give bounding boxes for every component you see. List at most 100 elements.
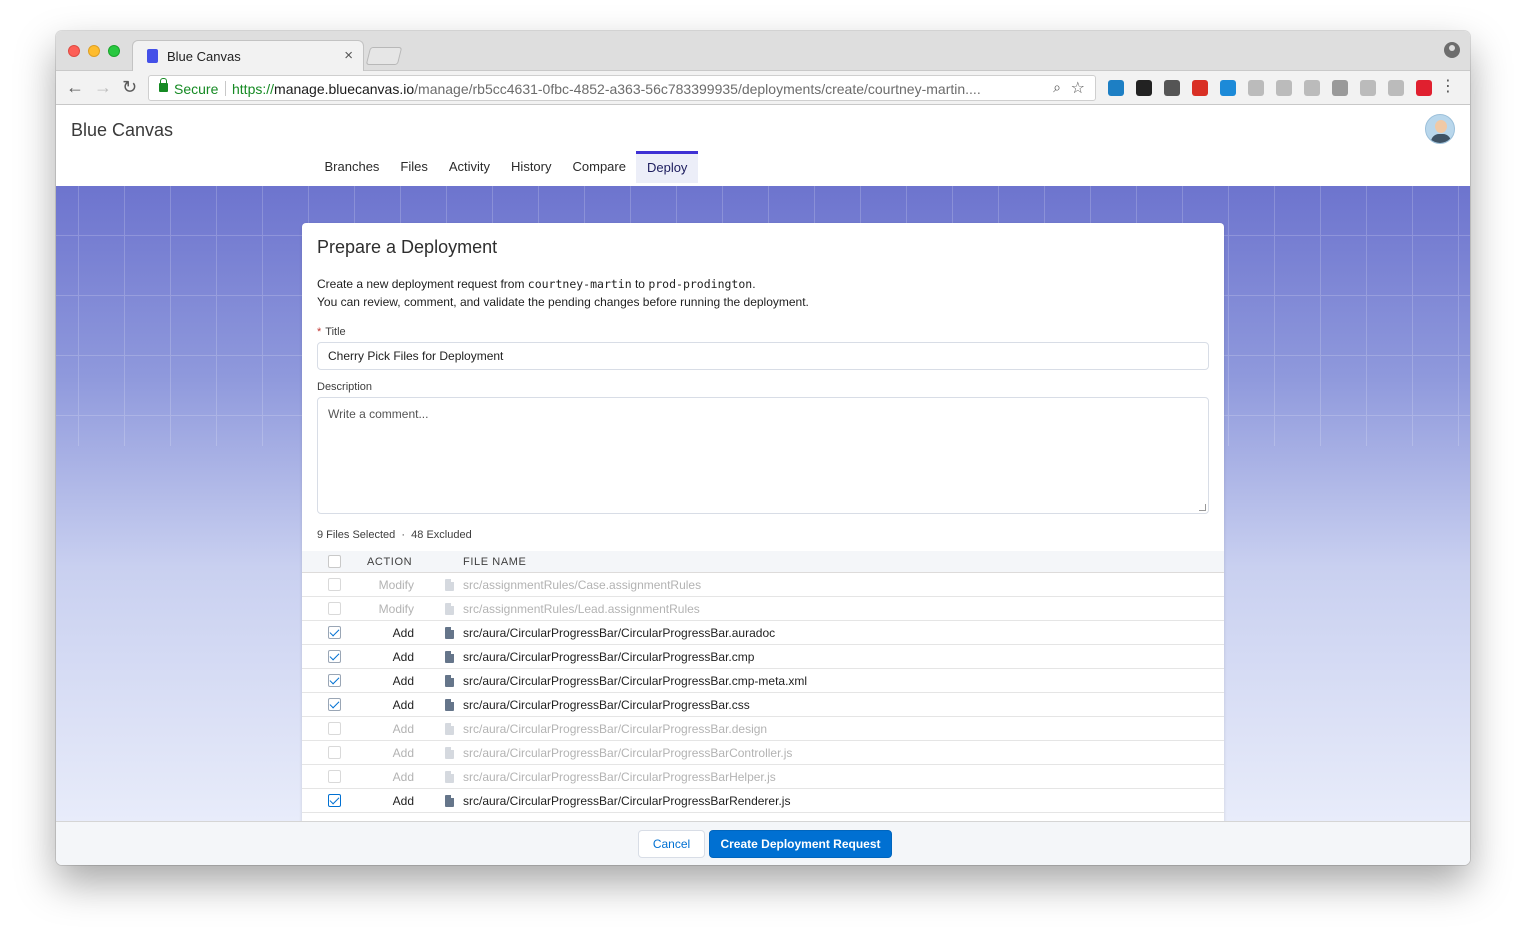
grammarly-icon[interactable]	[1276, 80, 1292, 96]
opera-icon[interactable]	[1416, 80, 1432, 96]
row-action: Add	[392, 746, 414, 760]
filename-column-header: FILE NAME	[463, 556, 527, 568]
back-arrow-icon[interactable]: ←	[66, 77, 84, 97]
url-divider	[225, 81, 226, 96]
row-filename: src/aura/CircularProgressBar/CircularPro…	[463, 698, 750, 712]
reload-icon[interactable]: ↻	[122, 77, 137, 97]
file-icon	[445, 579, 454, 591]
row-filename: src/aura/CircularProgressBar/CircularPro…	[463, 746, 793, 760]
table-row[interactable]: Add src/aura/CircularProgressBar/Circular…	[302, 645, 1224, 669]
browser-toolbar: ← → ↻ Secure https://manage.bluecanvas.i…	[56, 71, 1470, 105]
create-deployment-request-button[interactable]: Create Deployment Request	[709, 830, 892, 858]
row-action: Add	[392, 698, 414, 712]
zoom-window-button[interactable]	[108, 45, 120, 57]
file-icon	[445, 627, 454, 639]
row-checkbox[interactable]	[328, 578, 341, 591]
row-action: Add	[392, 674, 414, 688]
row-action: Add	[392, 794, 414, 808]
browser-tab[interactable]: Blue Canvas ×	[132, 40, 364, 72]
secure-label: Secure	[174, 81, 219, 97]
row-checkbox[interactable]	[328, 626, 341, 639]
close-window-button[interactable]	[68, 45, 80, 57]
row-filename: src/aura/CircularProgressBar/CircularPro…	[463, 722, 768, 736]
tab-strip: Blue Canvas ×	[56, 31, 1470, 72]
minimize-window-button[interactable]	[88, 45, 100, 57]
compass-icon[interactable]	[1220, 80, 1236, 96]
row-checkbox[interactable]	[328, 746, 341, 759]
form-footer: Cancel Create Deployment Request	[56, 821, 1470, 865]
lock-icon	[159, 78, 168, 92]
file-icon	[445, 795, 454, 807]
forward-arrow-icon[interactable]: →	[94, 77, 112, 97]
mail-icon[interactable]	[1248, 80, 1264, 96]
tab-deploy[interactable]: Deploy	[636, 151, 698, 183]
tab-history[interactable]: History	[501, 151, 562, 183]
select-all-checkbox[interactable]	[328, 555, 341, 568]
calendar-icon[interactable]	[1192, 80, 1208, 96]
description-textarea[interactable]: Write a comment...	[317, 397, 1209, 514]
row-checkbox[interactable]	[328, 674, 341, 687]
selection-summary: 9 Files Selected · 48 Excluded	[317, 529, 472, 541]
row-filename: src/aura/CircularProgressBar/CircularPro…	[463, 626, 776, 640]
file-icon	[445, 723, 454, 735]
app-nav-tabs: Branches Files Activity History Compare Deplo…	[314, 151, 698, 183]
stamp-icon[interactable]	[1360, 80, 1376, 96]
cancel-button[interactable]: Cancel	[638, 830, 705, 858]
tab-title: Blue Canvas	[167, 49, 241, 64]
row-filename: src/aura/CircularProgressBar/CircularPro…	[463, 794, 791, 808]
tab-files[interactable]: Files	[390, 151, 438, 183]
table-row[interactable]: Add src/aura/CircularProgressBar/Circular…	[302, 765, 1224, 789]
tab-close-icon[interactable]: ×	[344, 47, 353, 64]
shield-icon[interactable]	[1388, 80, 1404, 96]
table-row[interactable]: Modify src/assignmentRules/Lead.assignmen…	[302, 597, 1224, 621]
browser-menu-icon[interactable]: ⋮	[1440, 77, 1456, 97]
intro-text: Create a new deployment request from cou…	[317, 277, 809, 309]
bulb-icon[interactable]	[1304, 80, 1320, 96]
user-avatar[interactable]	[1425, 114, 1455, 144]
table-body: Modify src/assignmentRules/Case.assignmen…	[302, 573, 1224, 813]
trello-icon[interactable]	[1108, 80, 1124, 96]
table-row[interactable]: Add src/aura/CircularProgressBar/Circular…	[302, 717, 1224, 741]
new-tab-button[interactable]	[365, 47, 403, 65]
page-title: Prepare a Deployment	[317, 237, 498, 257]
table-row[interactable]: Add src/aura/CircularProgressBar/Circular…	[302, 669, 1224, 693]
instapaper-icon[interactable]	[1136, 80, 1152, 96]
row-action: Modify	[378, 602, 414, 616]
file-icon	[445, 675, 454, 687]
main-content: Prepare a Deployment Create a new deploy…	[56, 186, 1470, 822]
description-label: Description	[317, 381, 373, 393]
table-row[interactable]: Add src/aura/CircularProgressBar/Circular…	[302, 693, 1224, 717]
pocket-icon[interactable]	[1332, 80, 1348, 96]
row-checkbox[interactable]	[328, 698, 341, 711]
app-brand[interactable]: Blue Canvas	[71, 120, 173, 141]
row-checkbox[interactable]	[328, 722, 341, 735]
file-icon	[445, 771, 454, 783]
table-row[interactable]: Add src/aura/CircularProgressBar/Circular…	[302, 789, 1224, 813]
mail-check-icon[interactable]	[1164, 80, 1180, 96]
row-checkbox[interactable]	[328, 650, 341, 663]
file-icon	[445, 651, 454, 663]
row-filename: src/assignmentRules/Lead.assignmentRules	[463, 602, 700, 616]
resize-handle-icon[interactable]	[1199, 504, 1206, 511]
table-row[interactable]: Add src/aura/CircularProgressBar/Circular…	[302, 741, 1224, 765]
row-checkbox[interactable]	[328, 770, 341, 783]
tab-activity[interactable]: Activity	[438, 151, 500, 183]
row-filename: src/aura/CircularProgressBar/CircularPro…	[463, 674, 808, 688]
table-row[interactable]: Modify src/assignmentRules/Case.assignmen…	[302, 573, 1224, 597]
title-input[interactable]: Cherry Pick Files for Deployment	[317, 342, 1209, 370]
row-checkbox[interactable]	[328, 794, 341, 807]
profile-icon[interactable]	[1444, 42, 1460, 58]
table-header: ACTION FILE NAME	[302, 551, 1224, 573]
table-row[interactable]: Add src/aura/CircularProgressBar/Circular…	[302, 621, 1224, 645]
source-branch: courtney-martin	[527, 277, 632, 291]
url-text[interactable]: https://manage.bluecanvas.io/manage/rb5c…	[232, 81, 1038, 97]
zoom-icon[interactable]: ⌕	[1053, 79, 1061, 96]
address-bar[interactable]: Secure https://manage.bluecanvas.io/mana…	[148, 75, 1096, 101]
row-checkbox[interactable]	[328, 602, 341, 615]
row-action: Add	[392, 722, 414, 736]
bookmark-star-icon[interactable]: ☆	[1071, 78, 1085, 98]
tab-compare[interactable]: Compare	[562, 151, 636, 183]
row-action: Add	[392, 770, 414, 784]
browser-window: Blue Canvas × ← → ↻ Secure https://manag…	[56, 31, 1470, 865]
tab-branches[interactable]: Branches	[314, 151, 390, 183]
